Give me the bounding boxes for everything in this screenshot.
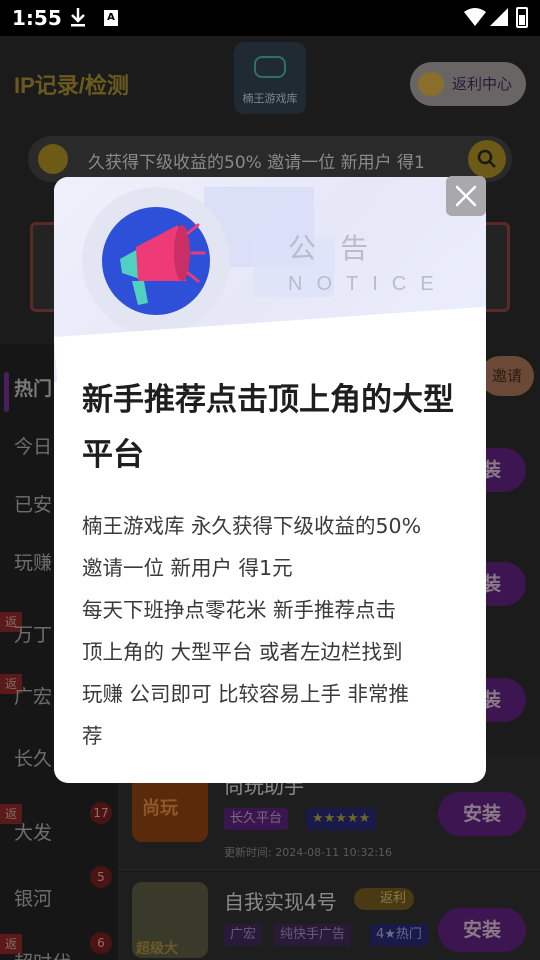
notice-title-cn: 公告 (288, 232, 393, 265)
notice-title-en: NOTICE (288, 273, 448, 295)
notice-body-line: 顶上角的 大型平台 或者左边栏找到 (82, 640, 403, 664)
notice-body-line: 楠王游戏库 永久获得下级收益的50% (82, 514, 422, 538)
notice-headline: 新手推荐点击顶上角的大型平台 (82, 382, 454, 473)
notice-dialog: 公告 NOTICE 新手推荐点击顶上角的大型平台 楠王游戏库 永久获得下级收益的… (54, 177, 486, 783)
close-button[interactable] (446, 176, 486, 216)
notice-body-line: 邀请一位 新用户 得1元 (82, 556, 293, 580)
close-icon (455, 185, 477, 207)
megaphone-icon (102, 207, 210, 315)
notice-body-line: 每天下班挣点零花米 新手推荐点击 (82, 598, 397, 622)
notice-body: 楠王游戏库 永久获得下级收益的50% 邀请一位 新用户 得1元 每天下班挣点零花… (82, 505, 466, 757)
notice-body-line: 荐 (82, 724, 103, 748)
notice-body-line: 玩赚 公司即可 比较容易上手 非常推 (82, 682, 410, 706)
